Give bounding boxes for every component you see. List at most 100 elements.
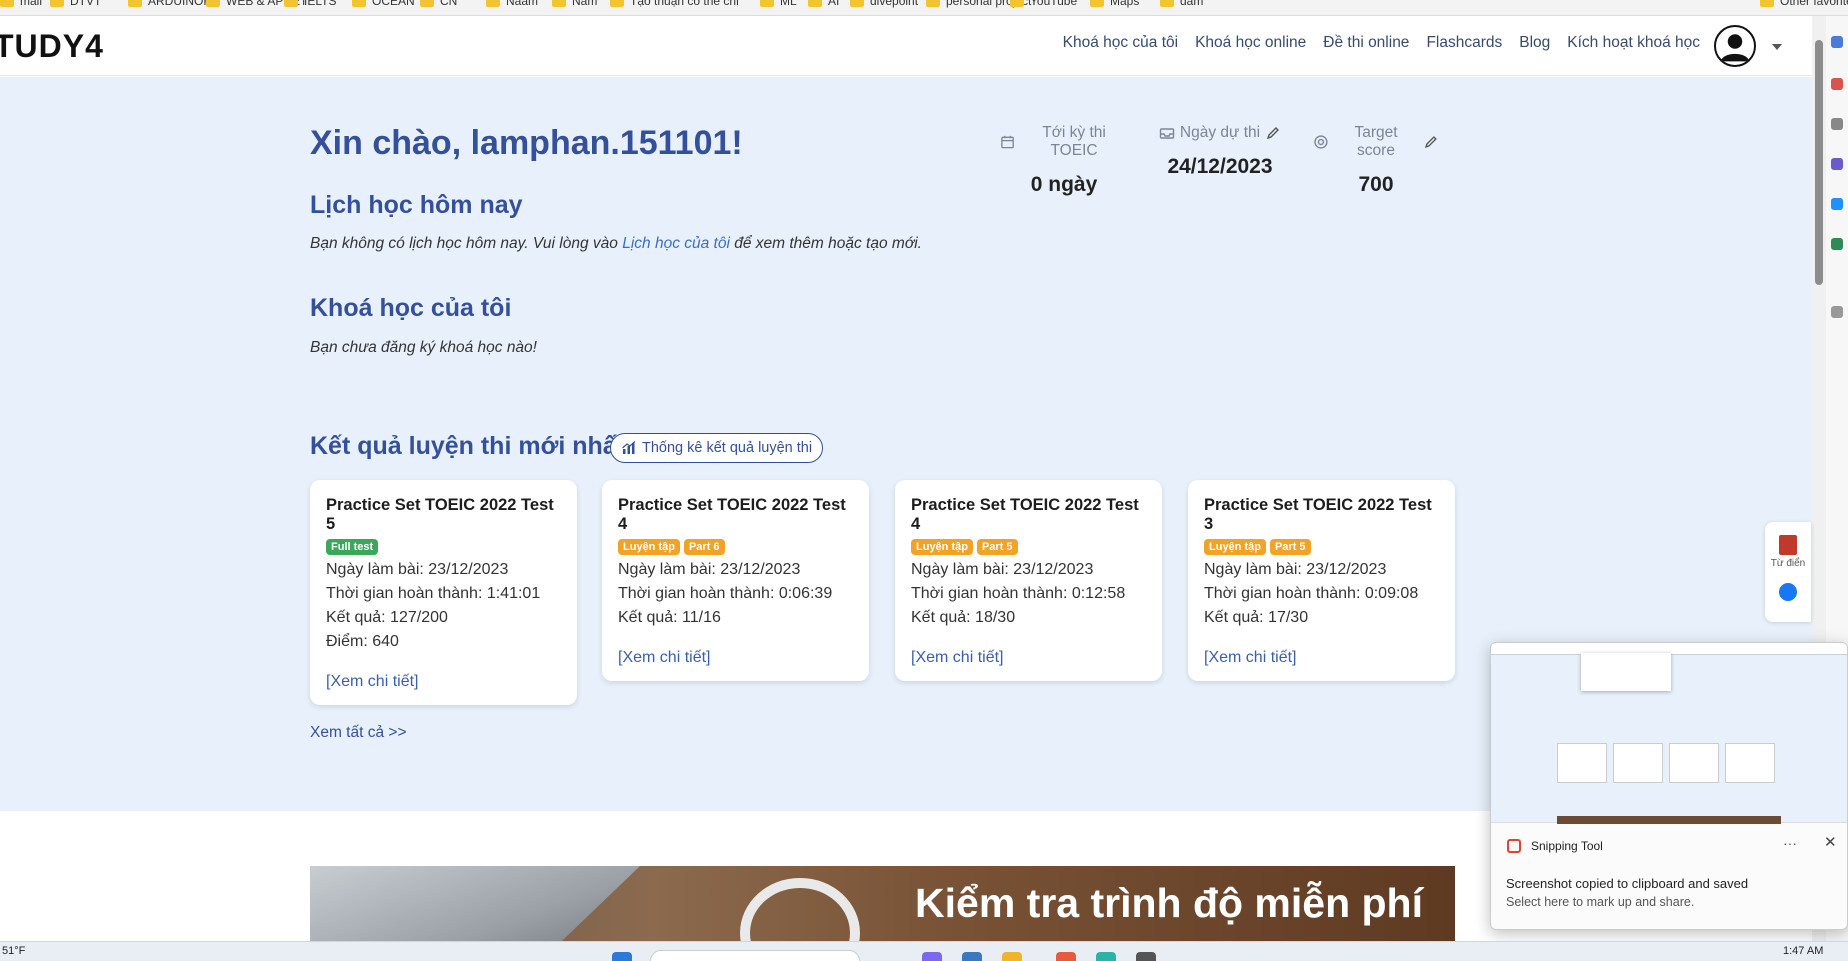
folder-icon <box>610 0 624 7</box>
badge-practice: Luyện tập <box>911 539 973 555</box>
card-title: Practice Set TOEIC 2022 Test 4 <box>911 496 1139 533</box>
stat-label: Target score <box>1354 124 1398 159</box>
card-duration: Thời gian hoàn thành: 1:41:01 <box>326 585 541 602</box>
dictionary-icon[interactable] <box>1779 535 1797 555</box>
user-icon <box>1720 34 1750 62</box>
bookmark-item[interactable]: Maps <box>1090 0 1139 8</box>
card-details-link[interactable]: [Xem chi tiết] <box>911 649 1146 667</box>
bookmark-item[interactable]: AI <box>808 0 839 8</box>
schedule-note: Bạn không có lịch học hôm nay. Vui lòng … <box>310 235 922 252</box>
stat-target-score: Target score 700 <box>1313 124 1439 197</box>
pencil-icon[interactable] <box>1423 134 1439 150</box>
more-options-icon[interactable]: ··· <box>1783 835 1797 851</box>
taskbar-app-icon[interactable] <box>1002 952 1022 961</box>
badge-practice: Luyện tập <box>1204 539 1266 555</box>
bookmark-item[interactable]: đâm <box>1160 0 1203 8</box>
sidebar-app-icon[interactable] <box>1831 198 1843 210</box>
site-logo[interactable]: TUDY4 <box>0 28 104 65</box>
folder-icon <box>1160 0 1174 7</box>
nav-online-tests[interactable]: Đề thi online <box>1323 34 1409 52</box>
bookmark-item[interactable]: Naam <box>486 0 538 8</box>
bookmark-item[interactable]: IELTS <box>284 0 336 8</box>
card-details-link[interactable]: [Xem chi tiết] <box>326 673 561 691</box>
nav-blog[interactable]: Blog <box>1519 34 1550 52</box>
screenshot-thumbnail[interactable] <box>1491 643 1847 824</box>
card-duration: Thời gian hoàn thành: 0:12:58 <box>911 585 1126 602</box>
stat-label: Ngày dự thi <box>1179 124 1261 141</box>
nav-my-courses[interactable]: Khoá học của tôi <box>1063 34 1178 52</box>
bookmark-item[interactable]: Other favorites <box>1760 0 1848 8</box>
chevron-down-icon[interactable] <box>1772 44 1782 50</box>
taskbar-app-icon[interactable] <box>1136 952 1156 961</box>
results-title: Kết quả luyện thi mới nhất <box>310 432 626 460</box>
bookmark-item[interactable]: YouTube <box>1010 0 1077 8</box>
messenger-icon[interactable] <box>1779 583 1797 601</box>
notification-app-name: Snipping Tool <box>1531 839 1603 853</box>
taskbar-app-icon[interactable] <box>922 952 942 961</box>
card-title: Practice Set TOEIC 2022 Test 4 <box>618 496 846 533</box>
stat-exam-date: Ngày dự thi 24/12/2023 <box>1155 124 1285 179</box>
courses-title: Khoá học của tôi <box>310 294 512 322</box>
bookmark-item[interactable]: CN <box>420 0 457 8</box>
folder-icon <box>206 0 220 7</box>
folder-icon <box>760 0 774 7</box>
bookmark-item[interactable]: Tạo thuận có thể chi <box>610 0 739 8</box>
sidebar-app-icon[interactable] <box>1831 238 1843 250</box>
bookmark-item[interactable]: OCEAN <box>352 0 415 8</box>
card-details-link[interactable]: [Xem chi tiết] <box>618 649 853 667</box>
card-score: Điểm: 640 <box>326 633 399 650</box>
folder-icon <box>128 0 142 7</box>
bookmark-item[interactable]: ARDUINOR <box>128 0 212 8</box>
scrollbar-thumb[interactable] <box>1815 40 1823 285</box>
bookmark-item[interactable]: Nam <box>552 0 597 8</box>
snipping-notification[interactable]: Snipping Tool ··· ✕ Screenshot copied to… <box>1490 642 1848 930</box>
card-date: Ngày làm bài: 23/12/2023 <box>618 561 801 578</box>
chart-icon <box>622 441 636 454</box>
folder-icon <box>808 0 822 7</box>
bookmark-item[interactable]: ML <box>760 0 797 8</box>
site-header: TUDY4 Khoá học của tôi Khoá học online Đ… <box>0 16 1812 76</box>
taskbar-app-icon[interactable] <box>962 952 982 961</box>
add-icon[interactable] <box>1831 306 1843 318</box>
sidebar-app-icon[interactable] <box>1831 158 1843 170</box>
card-duration: Thời gian hoàn thành: 0:06:39 <box>618 585 833 602</box>
card-title: Practice Set TOEIC 2022 Test 3 <box>1204 496 1432 533</box>
nav-flashcards[interactable]: Flashcards <box>1426 34 1502 52</box>
folder-icon <box>1010 0 1024 7</box>
sidebar-app-icon[interactable] <box>1831 118 1843 130</box>
sidebar-app-icon[interactable] <box>1831 36 1843 48</box>
card-details-link[interactable]: [Xem chi tiết] <box>1204 649 1439 667</box>
card-result: Kết quả: 11/16 <box>618 609 721 626</box>
schedule-title: Lịch học hôm nay <box>310 191 523 219</box>
nav-activate-course[interactable]: Kích hoạt khoá học <box>1567 34 1700 52</box>
see-all-link[interactable]: Xem tất cả >> <box>310 724 407 742</box>
dictionary-widget[interactable]: Từ điển <box>1765 522 1811 622</box>
bookmark-item[interactable]: divepoint <box>850 0 918 8</box>
bookmark-item[interactable]: mail <box>0 0 42 8</box>
folder-icon <box>1090 0 1104 7</box>
folder-icon <box>50 0 64 7</box>
main-nav: Khoá học của tôi Khoá học online Đề thi … <box>1063 34 1700 52</box>
folder-icon <box>284 0 298 7</box>
stat-value: 0 ngày <box>1030 173 1098 196</box>
my-schedule-link[interactable]: Lịch học của tôi <box>622 235 730 252</box>
stat-value: 24/12/2023 <box>1167 155 1273 178</box>
pencil-icon[interactable] <box>1265 125 1281 141</box>
nav-online-courses[interactable]: Khoá học online <box>1195 34 1306 52</box>
taskbar-search[interactable] <box>650 950 860 961</box>
card-date: Ngày làm bài: 23/12/2023 <box>326 561 509 578</box>
bookmark-item[interactable]: DTVT <box>50 0 101 8</box>
clock[interactable]: 1:47 AM <box>1783 945 1823 957</box>
folder-icon <box>926 0 940 7</box>
taskbar-app-icon[interactable] <box>1096 952 1116 961</box>
sidebar-app-icon[interactable] <box>1831 78 1843 90</box>
taskbar-app-icon[interactable] <box>1056 952 1076 961</box>
weather-widget[interactable]: 51°F <box>2 945 25 957</box>
results-stats-button[interactable]: Thống kê kết quả luyện thi <box>610 433 824 463</box>
close-icon[interactable]: ✕ <box>1824 833 1837 851</box>
snipping-tool-icon <box>1507 839 1521 853</box>
card-duration: Thời gian hoàn thành: 0:09:08 <box>1204 585 1419 602</box>
stat-label: Tới kỳ thi TOEIC <box>1042 124 1106 159</box>
start-icon[interactable] <box>612 952 632 961</box>
user-avatar[interactable] <box>1714 25 1756 67</box>
